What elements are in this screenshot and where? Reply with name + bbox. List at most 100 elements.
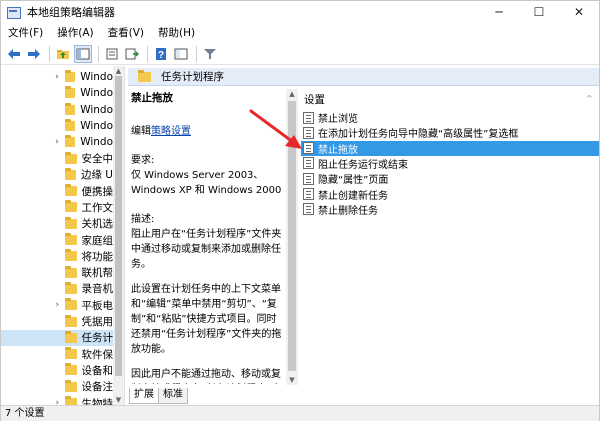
- sort-caret-icon[interactable]: ^: [586, 94, 593, 103]
- panel-header: 任务计划程序: [128, 68, 599, 86]
- scroll-up-arrow-icon[interactable]: ▲: [113, 66, 124, 76]
- scroll-thumb[interactable]: [288, 101, 296, 371]
- scroll-down-arrow-icon[interactable]: ▼: [286, 375, 298, 385]
- help-icon[interactable]: ?: [152, 45, 170, 63]
- tree-item[interactable]: Windo: [1, 102, 113, 118]
- policy-setting-icon: [303, 157, 314, 170]
- folder-icon: [65, 298, 77, 311]
- folder-icon: [64, 135, 76, 148]
- tree-item[interactable]: 关机选: [1, 216, 113, 232]
- setting-row[interactable]: 禁止创建新任务: [301, 187, 599, 202]
- description-para-2: 此设置在计划任务中的上下文菜单和“编辑”菜单中禁用“剪切”、“复制”和“粘贴”快…: [131, 284, 282, 355]
- tab-extended[interactable]: 扩展: [129, 388, 159, 404]
- tree-item-label: Windo: [80, 87, 113, 100]
- setting-row[interactable]: 禁止浏览: [301, 110, 599, 125]
- expand-chevron-icon[interactable]: ›: [53, 137, 61, 147]
- tree-item[interactable]: 录音机: [1, 281, 113, 297]
- policy-setting-icon: [303, 188, 314, 200]
- menu-view[interactable]: 查看(V): [101, 23, 151, 43]
- menu-file[interactable]: 文件(F): [1, 23, 50, 43]
- tree-item-label: 工作文: [81, 201, 114, 214]
- edit-policy-line: 编辑策略设置: [131, 124, 283, 139]
- extended-view-icon[interactable]: [172, 45, 190, 63]
- tree-item-label: 软件保: [81, 348, 114, 361]
- tree-item[interactable]: 家庭组: [1, 232, 113, 248]
- setting-row[interactable]: 隐藏“属性”页面: [301, 171, 599, 186]
- tree-item[interactable]: 将功能: [1, 248, 113, 264]
- tree-item-label: Windo: [80, 119, 113, 132]
- tree-item[interactable]: Windo: [1, 85, 113, 101]
- description-para-1: 阻止用户在“任务计划程序”文件夹中通过移动或复制来添加或删除任务。: [131, 229, 282, 270]
- tree-item[interactable]: › 生物特: [1, 395, 113, 405]
- folder-icon: [64, 102, 76, 115]
- export-list-icon[interactable]: [123, 45, 141, 63]
- policy-settings-link[interactable]: 策略设置: [151, 126, 191, 137]
- window-controls: ─ ☐ ✕: [479, 1, 599, 23]
- tree-item[interactable]: 软件保: [1, 346, 113, 362]
- tree-item-label: 安全中: [81, 153, 114, 165]
- tree-item[interactable]: › Windo: [1, 69, 113, 85]
- show-hide-tree-icon[interactable]: [74, 44, 92, 63]
- folder-icon: [138, 69, 151, 82]
- folder-icon: [65, 396, 77, 405]
- tree-item[interactable]: 安全中: [1, 151, 113, 167]
- setting-row[interactable]: 在添加计划任务向导中隐藏“高级属性”复选框: [301, 125, 599, 140]
- tree-item[interactable]: › 平板电: [1, 297, 113, 313]
- requirements-text: 仅 Windows Server 2003、Windows XP 和 Windo…: [131, 170, 282, 196]
- tree-item[interactable]: Windo: [1, 118, 113, 134]
- expand-chevron-icon[interactable]: ›: [53, 72, 61, 82]
- setting-label: 禁止创建新任务: [318, 190, 388, 202]
- folder-icon: [65, 379, 77, 392]
- tree-item-label: 设备和: [81, 364, 114, 377]
- tree-item[interactable]: 设备和: [1, 362, 113, 378]
- properties-icon[interactable]: [103, 45, 121, 63]
- setting-label: 禁止删除任务: [318, 205, 378, 217]
- tree-item-label: 任务计: [81, 332, 114, 345]
- policy-setting-icon: [303, 111, 314, 124]
- tree-item[interactable]: › Windo: [1, 134, 113, 150]
- filter-icon[interactable]: [201, 45, 219, 63]
- tree-item[interactable]: 工作文: [1, 199, 113, 215]
- setting-row[interactable]: 禁止拖放: [301, 140, 599, 156]
- close-button[interactable]: ✕: [559, 1, 599, 23]
- tree-scrollbar[interactable]: ▲ ▼: [113, 66, 124, 405]
- setting-label: 阻止任务运行或结束: [318, 159, 408, 171]
- tree-item[interactable]: 设备注: [1, 379, 113, 395]
- toolbar-separator: [147, 45, 148, 62]
- description-pane: 禁止拖放 编辑策略设置 要求: 仅 Windows Server 2003、Win…: [131, 91, 283, 384]
- menu-action[interactable]: 操作(A): [50, 23, 100, 43]
- toolbar-separator: [49, 45, 50, 62]
- minimize-button[interactable]: ─: [479, 1, 519, 23]
- setting-label: 禁止浏览: [318, 114, 358, 125]
- back-arrow-icon[interactable]: [5, 45, 23, 63]
- scroll-down-arrow-icon[interactable]: ▼: [113, 395, 124, 405]
- navigation-tree: › Windo Windo Windo Windo › Windo 安全中 边缘 U 便携操 工作文…: [1, 66, 125, 405]
- setting-row[interactable]: 禁止删除任务: [301, 202, 599, 217]
- scroll-thumb[interactable]: [115, 76, 122, 376]
- tree-item[interactable]: 便携操: [1, 183, 113, 199]
- expand-chevron-icon[interactable]: ›: [53, 300, 61, 310]
- menu-help[interactable]: 帮助(H): [151, 23, 202, 43]
- tab-standard[interactable]: 标准: [158, 388, 188, 404]
- app-icon: [7, 5, 21, 19]
- forward-arrow-icon[interactable]: [25, 45, 43, 63]
- folder-icon: [65, 265, 77, 278]
- svg-text:?: ?: [158, 50, 164, 60]
- up-folder-icon[interactable]: [54, 45, 72, 63]
- tree-item-label: 将功能: [81, 250, 114, 263]
- toolbar-separator: [196, 45, 197, 62]
- tree-item[interactable]: 任务计: [1, 329, 114, 346]
- expand-chevron-icon[interactable]: ›: [53, 398, 61, 405]
- settings-column-header[interactable]: 设置: [304, 92, 325, 107]
- maximize-button[interactable]: ☐: [519, 1, 559, 23]
- folder-icon: [65, 281, 77, 294]
- tree-item[interactable]: 边缘 U: [1, 167, 113, 183]
- scroll-up-arrow-icon[interactable]: ▲: [286, 89, 298, 99]
- setting-row[interactable]: 阻止任务运行或结束: [301, 156, 599, 171]
- description-scrollbar[interactable]: ▲ ▼: [286, 89, 298, 385]
- tree-item[interactable]: 联机帮: [1, 265, 113, 281]
- tree-item-label: Windo: [80, 136, 113, 149]
- tree-item[interactable]: 凭据用: [1, 314, 113, 330]
- view-tabs: 扩展 标准: [129, 387, 188, 404]
- edit-prefix: 编辑: [131, 126, 151, 137]
